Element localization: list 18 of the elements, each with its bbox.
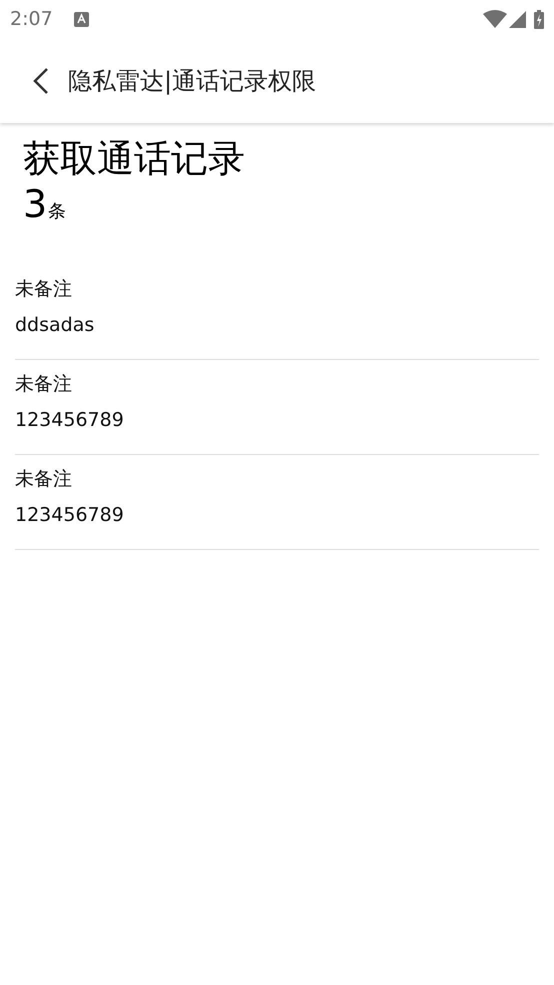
page-title: 隐私雷达|通话记录权限 — [68, 66, 316, 97]
contact-name: 未备注 — [15, 467, 73, 492]
call-record[interactable]: 未备注 ddsadas — [15, 265, 539, 360]
phone-number: ddsadas — [15, 313, 96, 338]
contact-name: 未备注 — [15, 277, 73, 302]
signal-icon — [509, 10, 526, 28]
record-count: 3 — [23, 183, 48, 225]
section-title: 获取通话记录 — [23, 137, 246, 181]
contact-name: 未备注 — [15, 372, 73, 397]
status-time: 2:07 — [10, 6, 53, 32]
call-record[interactable]: 未备注 123456789 — [15, 360, 539, 455]
battery-icon — [534, 10, 544, 28]
phone-number: 123456789 — [15, 503, 125, 528]
phone-number: 123456789 — [15, 408, 125, 433]
count-unit: 条 — [48, 200, 66, 224]
wifi-icon — [483, 10, 507, 28]
keyboard-notification-icon — [74, 12, 89, 26]
call-record[interactable]: 未备注 123456789 — [15, 455, 539, 550]
